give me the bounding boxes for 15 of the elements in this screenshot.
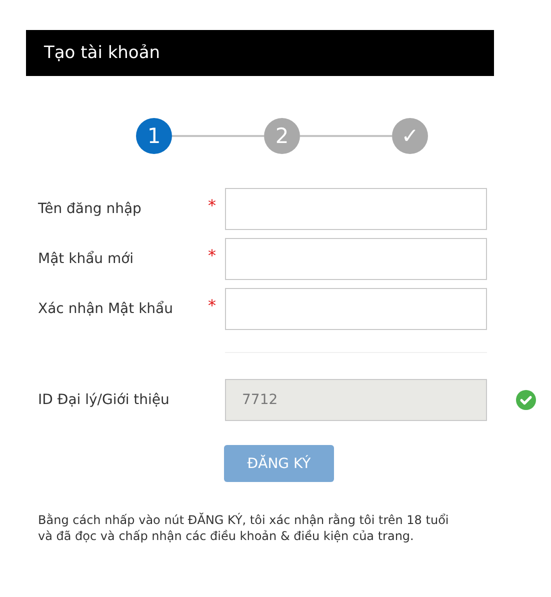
input-field[interactable]: [225, 288, 487, 330]
required-asterisk: *: [208, 246, 216, 265]
field-label: Tên đăng nhập: [38, 201, 142, 217]
field-label: ID Đại lý/Giới thiệu: [38, 392, 170, 408]
input-field[interactable]: [225, 238, 487, 280]
field-label: Mật khẩu mới: [38, 251, 135, 267]
step-indicator: 2: [264, 118, 300, 154]
step-indicator: 1: [136, 118, 172, 154]
required-asterisk: *: [208, 296, 216, 315]
required-asterisk: *: [208, 196, 216, 215]
page-title: Tạo tài khoản: [44, 43, 160, 63]
step-indicator: ✓: [392, 118, 428, 154]
terms-note: Bằng cách nhấp vào nút ĐĂNG KÝ, tôi xác nhận rằng tôi trên 18 tuổi và đã đọc và chấp nhận các điều khoản & điều kiện của trang.: [38, 512, 450, 544]
input-field[interactable]: [225, 188, 487, 230]
field-label: Xác nhận Mật khẩu: [38, 301, 174, 317]
